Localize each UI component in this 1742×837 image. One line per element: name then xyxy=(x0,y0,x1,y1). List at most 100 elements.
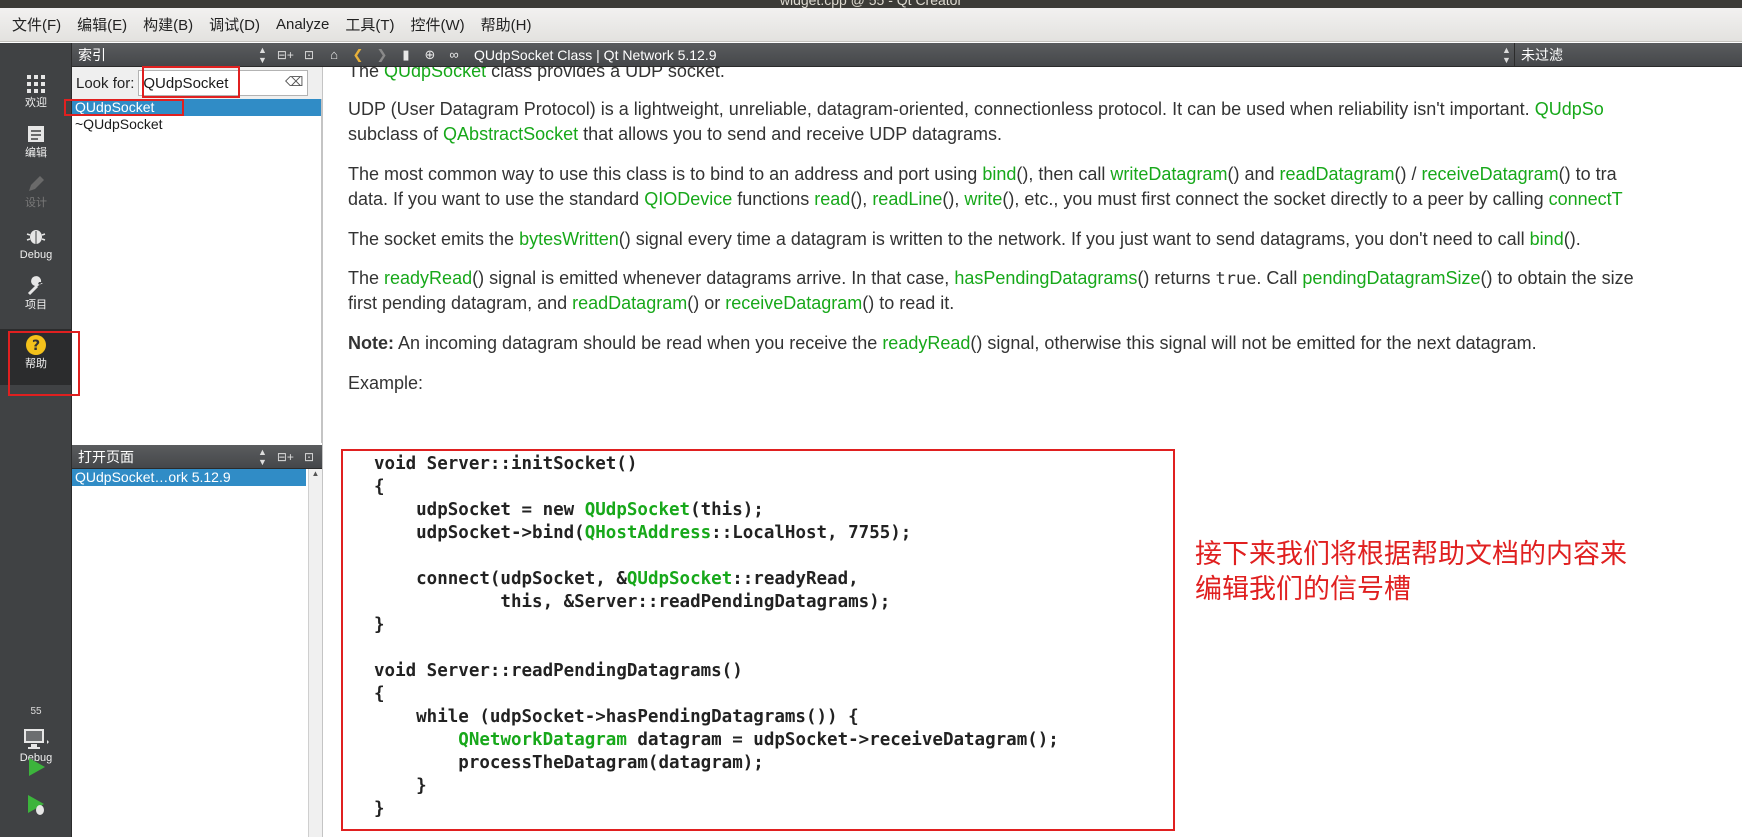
link-qudpsocket[interactable]: QUdpSocket xyxy=(384,67,486,81)
index-item[interactable]: ~QUdpSocket xyxy=(72,116,321,133)
index-pane-header: 索引 ▲ ▼ ⊟+ ⊡ xyxy=(72,43,322,67)
debug-run-button[interactable] xyxy=(0,787,72,823)
close-pane-icon[interactable]: ⊡ xyxy=(304,450,314,464)
menu-help[interactable]: 帮助(H) xyxy=(481,14,532,35)
mode-edit-label: 编辑 xyxy=(25,147,47,159)
link-write[interactable]: write xyxy=(964,189,1002,209)
bug-icon xyxy=(26,223,46,249)
split-icon[interactable]: ⊟+ xyxy=(277,450,294,464)
toolbar-separator xyxy=(1514,43,1515,67)
look-for-value: QUdpSocket xyxy=(143,74,229,92)
index-list: QUdpSocket ~QUdpSocket xyxy=(72,99,322,443)
link-icon[interactable]: ∞ xyxy=(442,47,466,62)
link-readdatagram[interactable]: readDatagram xyxy=(1279,164,1394,184)
mode-edit[interactable]: 编辑 xyxy=(0,121,72,171)
help-document: The QUdpSocket class provides a UDP sock… xyxy=(322,67,1742,837)
debug-run-icon xyxy=(25,792,47,818)
link-writedatagram[interactable]: writeDatagram xyxy=(1110,164,1227,184)
link-bind[interactable]: bind xyxy=(982,164,1016,184)
open-pages-title: 打开页面 xyxy=(78,448,134,465)
help-toolbar: ⌂ ❮ ❯ ▮ ⊕ ∞ QUdpSocket Class | Qt Networ… xyxy=(322,43,1742,67)
link-qudpsocket[interactable]: QUdpSo xyxy=(1535,99,1604,119)
mode-help-label: 帮助 xyxy=(25,358,47,370)
mode-projects[interactable]: 项目 xyxy=(0,273,72,323)
mode-design-label: 设计 xyxy=(25,197,47,209)
menu-debug[interactable]: 调试(D) xyxy=(209,14,260,35)
link-connecttohost[interactable]: connectT xyxy=(1549,189,1623,209)
document-icon xyxy=(26,121,46,147)
mode-bar: 欢迎 编辑 设计 Debug 项目 ? 帮助 55 Debug xyxy=(0,43,72,837)
link-receivedatagram[interactable]: receiveDatagram xyxy=(1422,164,1559,184)
filter-selector-icon[interactable]: ▲ ▼ xyxy=(1502,45,1511,65)
mode-debug[interactable]: Debug xyxy=(0,223,72,273)
kit-name: 55 xyxy=(30,706,42,717)
doc-common-line-1: The most common way to use this class is… xyxy=(348,164,1617,184)
link-receivedatagram[interactable]: receiveDatagram xyxy=(725,293,862,313)
help-icon: ? xyxy=(25,332,47,358)
annotation-line-2: 编辑我们的信号槽 xyxy=(1195,574,1411,605)
link-qabstractsocket[interactable]: QAbstractSocket xyxy=(443,124,578,144)
pane-selector-icon[interactable]: ▲ ▼ xyxy=(258,45,267,65)
mode-welcome[interactable]: 欢迎 xyxy=(0,71,72,121)
doc-example-label: Example: xyxy=(348,373,424,393)
close-pane-icon[interactable]: ⊡ xyxy=(304,48,314,62)
doc-intro: The QUdpSocket class provides a UDP sock… xyxy=(348,67,725,85)
pane-selector-icon[interactable]: ▲ ▼ xyxy=(258,447,267,467)
open-page-item[interactable]: QUdpSocket…ork 5.12.9 xyxy=(72,469,306,486)
look-for-bar: Look for: QUdpSocket ⌫ xyxy=(72,67,322,99)
menu-edit[interactable]: 编辑(E) xyxy=(77,14,127,35)
link-haspendingdatagrams[interactable]: hasPendingDatagrams xyxy=(954,268,1137,288)
mode-design[interactable]: 设计 xyxy=(0,171,72,221)
code-example: void Server::initSocket() { udpSocket = … xyxy=(374,454,1059,819)
mode-debug-label: Debug xyxy=(19,249,53,261)
menu-analyze[interactable]: Analyze xyxy=(276,16,329,33)
menu-build[interactable]: 构建(B) xyxy=(143,14,193,35)
scroll-up-icon[interactable]: ▲ xyxy=(309,469,322,478)
index-pane-title: 索引 xyxy=(78,46,106,63)
run-button[interactable] xyxy=(0,749,72,785)
mode-help[interactable]: ? 帮助 xyxy=(0,329,72,385)
doc-udp-line-1: UDP (User Datagram Protocol) is a lightw… xyxy=(348,99,1604,119)
index-item[interactable]: QUdpSocket xyxy=(72,99,321,116)
link-bind[interactable]: bind xyxy=(1530,229,1564,249)
open-pages-scrollbar[interactable]: ▲ xyxy=(308,469,322,837)
look-for-input[interactable]: QUdpSocket ⌫ xyxy=(138,70,309,96)
menu-file[interactable]: 文件(F) xyxy=(12,14,61,35)
doc-emits-line: The socket emits the bytesWritten() sign… xyxy=(348,229,1581,249)
doc-common-line-2: data. If you want to use the standard QI… xyxy=(348,189,1623,209)
menu-bar: 文件(F) 编辑(E) 构建(B) 调试(D) Analyze 工具(T) 控件… xyxy=(0,8,1742,42)
link-read[interactable]: read xyxy=(814,189,850,209)
globe-icon[interactable]: ⊕ xyxy=(418,47,442,63)
pencil-icon xyxy=(26,171,46,197)
clear-icon[interactable]: ⌫ xyxy=(285,74,303,90)
link-byteswritten[interactable]: bytesWritten xyxy=(519,229,619,249)
back-icon[interactable]: ❮ xyxy=(346,47,370,63)
menu-tools[interactable]: 工具(T) xyxy=(345,14,394,35)
link-readline[interactable]: readLine xyxy=(872,189,942,209)
mode-welcome-label: 欢迎 xyxy=(25,97,47,109)
doc-ready-line-2: first pending datagram, and readDatagram… xyxy=(348,293,955,313)
run-icon xyxy=(26,754,46,780)
home-icon[interactable]: ⌂ xyxy=(322,47,346,62)
link-readdatagram[interactable]: readDatagram xyxy=(572,293,687,313)
wrench-icon xyxy=(26,273,46,299)
filter-combo[interactable]: 未过滤 xyxy=(1521,45,1563,65)
annotation-line-1: 接下来我们将根据帮助文档的内容来 xyxy=(1195,539,1627,570)
help-page-title[interactable]: QUdpSocket Class | Qt Network 5.12.9 xyxy=(474,47,717,63)
doc-note: Note: An incoming datagram should be rea… xyxy=(348,333,1537,353)
split-icon[interactable]: ⊟+ xyxy=(277,48,294,62)
open-pages-header: 打开页面 ▲ ▼ ⊟+ ⊡ xyxy=(72,445,322,469)
link-readyread[interactable]: readyRead xyxy=(882,333,970,353)
doc-udp-line-2: subclass of QAbstractSocket that allows … xyxy=(348,124,1003,144)
open-pages-list: QUdpSocket…ork 5.12.9 ▲ xyxy=(72,469,322,837)
bookmark-icon[interactable]: ▮ xyxy=(394,47,418,63)
link-readyread[interactable]: readyRead xyxy=(384,268,472,288)
svg-text:?: ? xyxy=(32,338,40,354)
menu-controls[interactable]: 控件(W) xyxy=(411,14,465,35)
window-title: widget.cpp @ 55 - Qt Creator xyxy=(779,0,963,8)
link-pendingdatagramsize[interactable]: pendingDatagramSize xyxy=(1302,268,1480,288)
forward-icon[interactable]: ❯ xyxy=(370,47,394,63)
window-titlebar: widget.cpp @ 55 - Qt Creator xyxy=(0,0,1742,8)
link-qiodevice[interactable]: QIODevice xyxy=(644,189,732,209)
look-for-label: Look for: xyxy=(76,74,135,92)
